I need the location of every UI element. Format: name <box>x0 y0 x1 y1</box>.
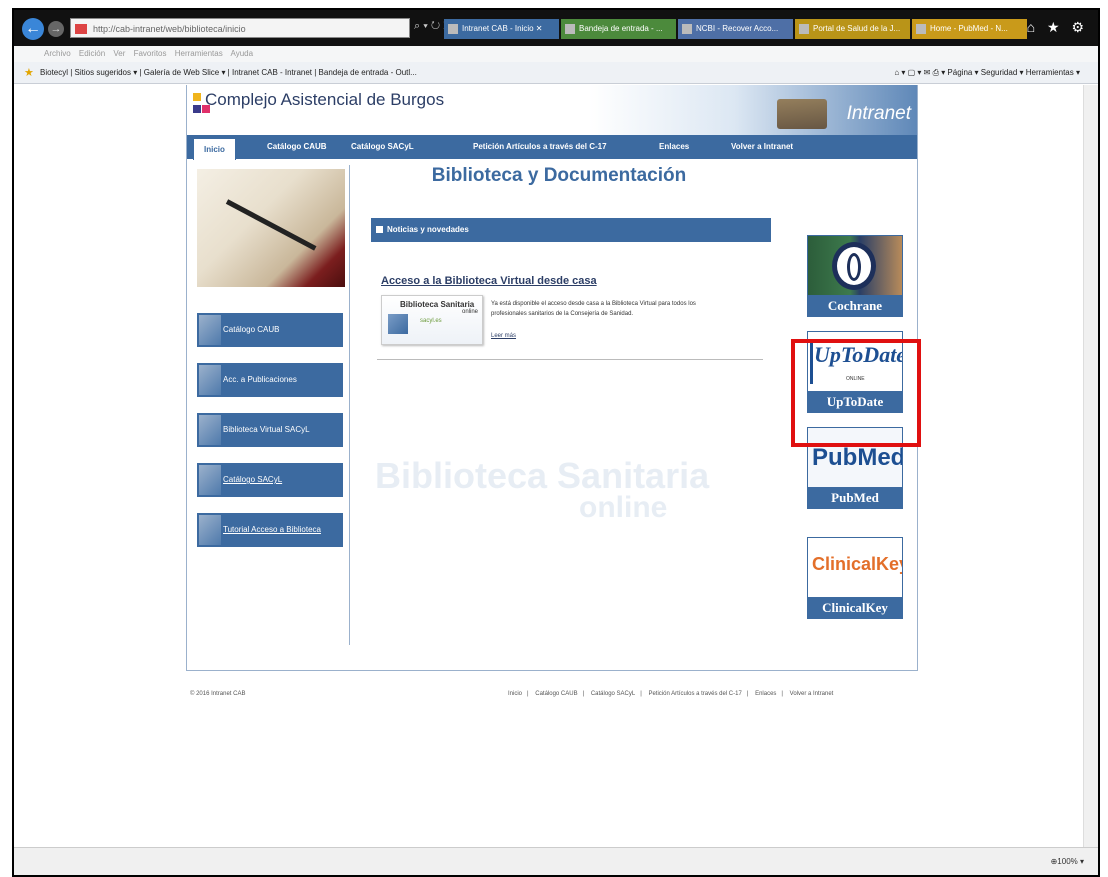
site-header: Complejo Asistencial de Burgos Intranet <box>187 85 917 135</box>
footer-links: Inicio | Catálogo CAUB | Catálogo SACyL | P… <box>508 691 834 697</box>
footer-link-volver[interactable]: Volver a Intranet <box>790 691 834 697</box>
site-favicon-icon <box>75 24 87 34</box>
news-header: Noticias y novedades <box>371 218 771 242</box>
article-divider <box>377 359 763 360</box>
tab-ncbi[interactable]: NCBI - Recover Acco... <box>678 19 793 39</box>
watermark-online: online <box>579 491 668 524</box>
clinicalkey-label: ClinicalKey <box>807 597 903 619</box>
logo-square-yellow <box>193 93 201 101</box>
tab-favicon-icon <box>916 24 926 34</box>
nav-catalogo-caub[interactable]: Catálogo CAUB <box>267 135 327 159</box>
cochrane-logo-icon <box>832 242 876 290</box>
sidebar-item-biblioteca-virtual[interactable]: Biblioteca Virtual SACyL <box>197 413 343 447</box>
book-icon <box>199 465 221 495</box>
footer-link-enlaces[interactable]: Enlaces <box>755 691 776 697</box>
books-image <box>777 99 827 129</box>
tab-favicon-icon <box>565 24 575 34</box>
book-icon <box>199 515 221 545</box>
tab-pubmed[interactable]: Home - PubMed - N... <box>912 19 1027 39</box>
sidebar-item-catalogo-sacyl[interactable]: Catálogo SACyL <box>197 463 343 497</box>
tab-intranet-cab[interactable]: Intranet CAB - Inicio ✕ <box>444 19 559 39</box>
biblioteca-sanitaria-logo[interactable]: Biblioteca Sanitaria online sacyl.es <box>381 295 483 345</box>
favorites-bar: ★ Biotecyl | Sitios sugeridos ▾ | Galerí… <box>14 62 1098 84</box>
browser-titlebar: ← → http://cab-intranet/web/biblioteca/i… <box>14 10 1098 46</box>
page-title: Biblioteca y Documentación <box>431 165 687 186</box>
clinicalkey-logo-text: ClinicalKey <box>812 554 903 574</box>
favorites-items[interactable]: Biotecyl | Sitios sugeridos ▾ | Galería … <box>40 62 417 84</box>
sidebar-item-acc-publicaciones[interactable]: Acc. a Publicaciones <box>197 363 343 397</box>
address-bar[interactable]: http://cab-intranet/web/biblioteca/inici… <box>70 18 410 38</box>
article-title-link[interactable]: Acceso a la Biblioteca Virtual desde cas… <box>381 275 597 287</box>
favorites-star-icon[interactable]: ★ <box>24 67 34 79</box>
read-more-link[interactable]: Leer más <box>491 333 516 339</box>
sidebar-item-tutorial[interactable]: Tutorial Acceso a Biblioteca <box>197 513 343 547</box>
home-favorites-settings-icons[interactable]: ⌂ ★ ⚙ <box>1027 19 1088 36</box>
book-pen-image <box>197 169 345 287</box>
article-text: Ya está disponible el acceso desde casa … <box>491 301 696 317</box>
browser-window: ← → http://cab-intranet/web/biblioteca/i… <box>12 8 1100 877</box>
pubmed-label: PubMed <box>807 487 903 509</box>
forward-arrow-icon[interactable]: → <box>48 21 64 37</box>
clinicalkey-logo-image: ClinicalKey <box>807 537 903 597</box>
logo-square-blue <box>193 105 201 113</box>
cochrane-label: Cochrane <box>807 295 903 317</box>
nav-peticion-articulos[interactable]: Petición Artículos a través del C-17 <box>473 135 607 159</box>
page-content: Complejo Asistencial de Burgos Intranet … <box>14 85 1088 850</box>
footer-link-catalogo-sacyl[interactable]: Catálogo SACyL <box>591 691 635 697</box>
nav-inicio[interactable]: Inicio <box>193 138 236 160</box>
pubmed-logo-text: PubMed <box>812 444 903 471</box>
vertical-scrollbar[interactable] <box>1083 85 1098 850</box>
news-square-icon <box>376 226 383 233</box>
pubmed-highlight-box <box>791 339 921 447</box>
book-icon <box>388 314 408 334</box>
tab-portal-salud[interactable]: Portal de Salud de la J... <box>795 19 910 39</box>
command-bar[interactable]: ⌂ ▾ ▢ ▾ ✉ ⎙ ▾ Página ▾ Seguridad ▾ Herra… <box>894 62 1080 84</box>
cochrane-logo-image <box>807 235 903 295</box>
menu-bar[interactable]: Archivo Edición Ver Favoritos Herramient… <box>14 46 1098 62</box>
sidebar-item-catalogo-caub[interactable]: Catálogo CAUB <box>197 313 343 347</box>
nav-enlaces[interactable]: Enlaces <box>659 135 689 159</box>
footer-link-catalogo-caub[interactable]: Catálogo CAUB <box>535 691 577 697</box>
tab-favicon-icon <box>448 24 458 34</box>
book-icon <box>199 415 221 445</box>
main-content: Biblioteca Sanitaria online Biblioteca y… <box>359 165 779 665</box>
book-icon <box>199 365 221 395</box>
back-arrow-icon[interactable]: ← <box>22 18 44 40</box>
left-sidebar: Catálogo CAUB Acc. a Publicaciones Bibli… <box>191 165 350 645</box>
site-name: Complejo Asistencial de Burgos <box>205 90 445 109</box>
address-text: http://cab-intranet/web/biblioteca/inici… <box>93 24 246 34</box>
intranet-logo: Intranet <box>846 103 911 124</box>
nav-catalogo-sacyl[interactable]: Catálogo SACyL <box>351 135 414 159</box>
main-nav: Inicio Catálogo CAUB Catálogo SACyL Peti… <box>187 135 917 160</box>
zoom-control[interactable]: ⊕100% ▾ <box>1051 857 1084 866</box>
site-container: Complejo Asistencial de Burgos Intranet … <box>186 85 921 671</box>
footer-copyright: © 2016 Intranet CAB <box>190 691 246 697</box>
tab-favicon-icon <box>799 24 809 34</box>
tab-favicon-icon <box>682 24 692 34</box>
tab-bandeja[interactable]: Bandeja de entrada - ... <box>561 19 676 39</box>
footer-link-peticion[interactable]: Petición Artículos a través del C-17 <box>648 691 741 697</box>
nav-volver-intranet[interactable]: Volver a Intranet <box>731 135 793 159</box>
book-icon <box>199 315 221 345</box>
footer-link-inicio[interactable]: Inicio <box>508 691 522 697</box>
status-bar: ⊕100% ▾ <box>14 847 1098 875</box>
